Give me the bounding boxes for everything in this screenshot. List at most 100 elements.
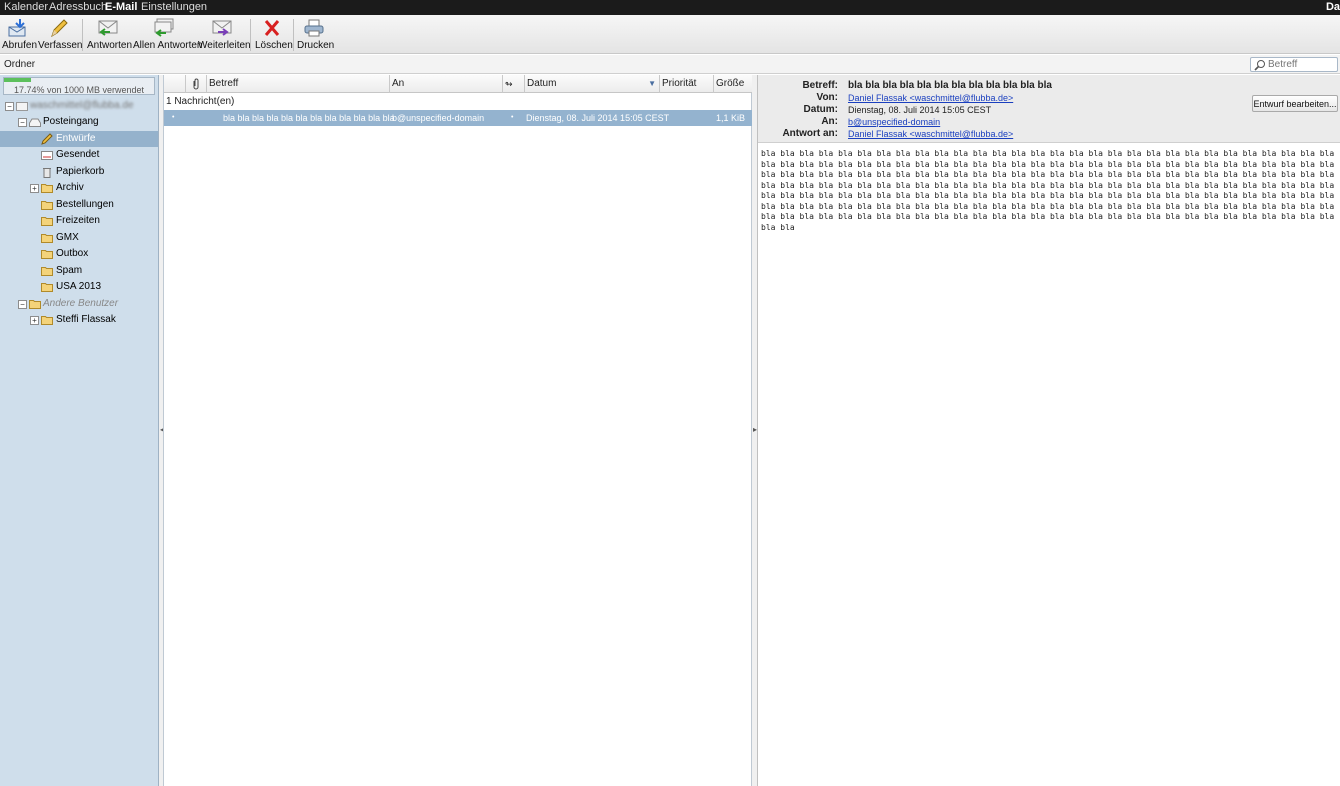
collapse-icon[interactable]: − [18,118,27,127]
toolbar: Abrufen Verfassen Antworten Allen Antwor… [0,15,1340,54]
sidebar-item-entwuerfe[interactable]: Entwürfe [0,131,158,147]
sidebar-item-label: Freizeiten [56,215,100,226]
column-groesse[interactable]: Größe [713,75,753,93]
reply-all-button[interactable]: Allen Antworten [133,17,203,53]
search-input[interactable] [1268,58,1336,71]
sidebar-item-papierkorb[interactable]: Papierkorb [0,164,158,180]
folder-icon [41,234,53,243]
folder-sidebar: 17.74% von 1000 MB verwendet − waschmitt… [0,75,159,786]
user-menu-truncated[interactable]: Da [1326,1,1340,14]
toolbar-separator [250,19,251,51]
expand-icon[interactable]: + [30,184,39,193]
drafts-icon [41,133,53,145]
sidebar-item-outbox[interactable]: Outbox [0,246,158,262]
trash-icon [43,168,51,178]
print-label: Drucken [297,40,335,51]
print-button[interactable]: Drucken [297,17,335,53]
reply-icon [98,20,118,36]
sidebar-item-freizeiten[interactable]: Freizeiten [0,213,158,229]
sidebar-item-gesendet[interactable]: Gesendet [0,147,158,163]
forward-label: Weiterleiten [198,40,251,51]
sidebar-item-label: GMX [56,232,79,243]
folder-bar: Ordner [0,55,1340,74]
nav-kalender[interactable]: Kalender [4,1,48,14]
preview-date: Dienstag, 08. Juli 2014 15:05 CEST [848,105,992,115]
preview-header: Betreff: bla bla bla bla bla bla bla bla… [758,75,1340,143]
search-box[interactable] [1250,57,1338,72]
column-attachment[interactable] [185,75,206,93]
compose-button[interactable]: Verfassen [38,17,83,53]
sidebar-item-usa-2013[interactable]: USA 2013 [0,279,158,295]
folder-icon [41,267,53,276]
label-reply-to: Antwort an: [782,128,838,139]
column-prioritaet[interactable]: Priorität [659,75,713,93]
folder-icon [41,250,53,259]
top-navigation: Kalender Adressbuch E-Mail Einstellungen… [0,0,1340,15]
search-icon [1254,60,1265,71]
sidebar-item-spam[interactable]: Spam [0,263,158,279]
row-to: b@unspecified-domain [392,113,485,123]
nav-email[interactable]: E-Mail [105,1,137,14]
mail-account-icon [16,102,28,111]
label-from: Von: [816,92,838,103]
sidebar-item-label: Andere Benutzer [43,298,119,309]
fetch-label: Abrufen [2,40,38,51]
folder-icon [29,300,41,309]
delete-label: Löschen [255,40,293,51]
account-label: waschmittel@flubba.de [30,100,134,111]
label-date: Datum: [803,104,838,115]
quota-text: 17.74% von 1000 MB verwendet [13,85,145,95]
label-subject: Betreff: [802,80,838,91]
forward-button[interactable]: Weiterleiten [198,17,251,53]
sidebar-item-label: Gesendet [56,149,100,160]
fetch-mail-icon [8,19,26,37]
preview-reply-to-link[interactable]: Daniel Flassak <waschmittel@flubba.de> [848,129,1013,139]
preview-to-link[interactable]: b@unspecified-domain [848,117,940,127]
sidebar-item-label: Papierkorb [56,166,105,177]
column-datum[interactable]: Datum ▼ [524,75,659,93]
preview-from-link[interactable]: Daniel Flassak <waschmittel@flubba.de> [848,93,1013,103]
column-flag[interactable] [164,75,185,93]
sidebar-item-archiv[interactable]: + Archiv [0,180,158,196]
table-row[interactable]: • bla bla bla bla bla bla bla bla bla bl… [164,110,753,126]
fetch-button[interactable]: Abrufen [2,17,38,53]
sidebar-item-bestellungen[interactable]: Bestellungen [0,197,158,213]
delete-button[interactable]: Löschen [255,17,293,53]
sidebar-item-label: Steffi Flassak [56,314,116,325]
folder-icon [41,316,53,325]
reply-all-label: Allen Antworten [133,40,203,51]
sidebar-item-andere-benutzer[interactable]: − Andere Benutzer [0,296,158,312]
unread-dot-icon: • [172,114,175,121]
folder-icon [41,217,53,226]
thread-icon: ↬ [505,79,513,89]
reply-button[interactable]: Antworten [87,17,133,53]
column-betreff[interactable]: Betreff [206,75,389,93]
pencil-icon [51,19,68,38]
folder-icon [41,201,53,210]
sidebar-item-label: USA 2013 [56,281,102,292]
nav-einstellungen[interactable]: Einstellungen [141,1,207,14]
sidebar-item-steffi-flassak[interactable]: + Steffi Flassak [0,312,158,328]
column-thread[interactable]: ↬ [502,75,524,93]
collapse-icon[interactable]: − [18,300,27,309]
preview-subject: bla bla bla bla bla bla bla bla bla bla … [848,80,1052,91]
message-count: 1 Nachricht(en) [166,96,235,107]
collapse-icon[interactable]: − [5,102,14,111]
column-an[interactable]: An [389,75,502,93]
column-datum-label: Datum [527,78,557,89]
label-to: An: [821,116,838,127]
nav-adressbuch[interactable]: Adressbuch [49,1,107,14]
sidebar-item-label: Bestellungen [56,199,114,210]
row-subject: bla bla bla bla bla bla bla bla bla bla … [223,113,395,123]
paperclip-icon [193,78,199,90]
edit-draft-button[interactable]: Entwurf bearbeiten... [1252,95,1338,112]
expand-icon[interactable]: + [30,316,39,325]
account-row[interactable]: − waschmittel@flubba.de [0,98,158,114]
sidebar-item-gmx[interactable]: GMX [0,230,158,246]
toolbar-separator [82,19,83,51]
folder-icon [41,184,53,193]
compose-label: Verfassen [38,40,83,51]
reply-label: Antworten [87,40,133,51]
sidebar-item-posteingang[interactable]: − Posteingang [0,114,158,130]
sidebar-item-label: Posteingang [43,116,99,127]
